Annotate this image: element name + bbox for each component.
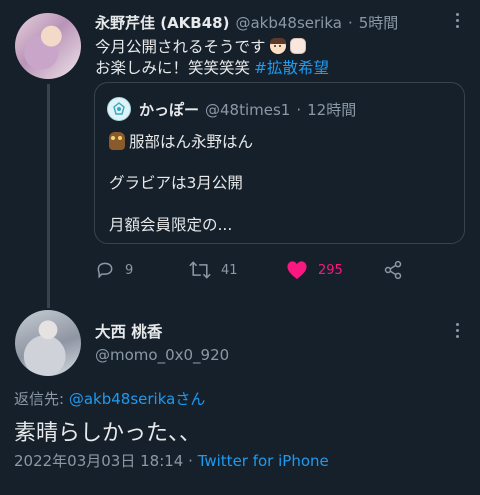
meta-separator: · (188, 452, 193, 470)
tweet-action-bar: 9 41 295 (95, 260, 415, 282)
replying-to-label: 返信先: (14, 390, 65, 408)
reply-meta: 2022年03月03日 18:14 · Twitter for iPhone (14, 450, 329, 471)
reply-source-link[interactable]: Twitter for iPhone (198, 452, 329, 470)
quote-text-line-2: グラビアは3月公開 (109, 174, 243, 192)
quote-header: かっぽー @48times1 · 12時間 (139, 99, 356, 120)
author-name[interactable]: 永野芹佳 (AKB48) (95, 12, 229, 33)
header-separator: · (347, 14, 353, 32)
quote-time[interactable]: 12時間 (307, 99, 356, 120)
raised-fist-emoji-icon (289, 38, 306, 54)
tweet-text: 今月公開されるそうです (95, 38, 266, 56)
thread-connector-line (47, 84, 50, 308)
reply-author-avatar[interactable] (15, 310, 81, 376)
quote-text-1: 服部はん永野はん (129, 133, 254, 151)
heart-icon (287, 261, 307, 280)
reply-timestamp[interactable]: 2022年03月03日 18:14 (14, 452, 183, 470)
reply-count: 9 (125, 262, 134, 278)
quote-author-name[interactable]: かっぽー (139, 99, 199, 120)
quote-author-avatar[interactable] (107, 97, 131, 121)
quoted-tweet-card[interactable]: かっぽー @48times1 · 12時間 服部はん永野はん グラビアは3月公開… (94, 82, 465, 244)
reply-icon (97, 262, 113, 279)
retweet-icon (189, 261, 211, 279)
share-button[interactable] (383, 260, 403, 280)
retweet-count: 41 (221, 262, 238, 278)
replying-to-line: 返信先: @akb48serikaさん (14, 388, 205, 409)
quote-text-line-3: 月額会員限定の... (109, 216, 233, 234)
retweet-button[interactable]: 41 (189, 260, 238, 280)
more-options-icon[interactable] (450, 10, 464, 30)
tweet-time[interactable]: 5時間 (359, 12, 399, 33)
reply-more-options-icon[interactable] (450, 320, 464, 340)
reply-button[interactable]: 9 (95, 260, 133, 280)
quote-avatar-logo-icon (113, 102, 125, 115)
hashtag-link[interactable]: #拡散希望 (254, 56, 329, 78)
reply-author-handle[interactable]: @momo_0x0_920 (95, 346, 229, 364)
tweet-text-line-2: お楽しみに！笑笑笑笑 #拡散希望 (95, 56, 329, 78)
author-avatar[interactable] (15, 13, 81, 79)
like-button[interactable]: 295 (286, 260, 343, 280)
quote-separator: · (296, 101, 302, 119)
reply-text: 素晴らしかった、、 (14, 421, 202, 446)
tweet-text-continued: お楽しみに！笑笑笑笑 (95, 59, 251, 77)
author-handle[interactable]: @akb48serika (235, 14, 341, 32)
share-icon (384, 260, 402, 280)
owl-emoji-icon (109, 132, 125, 150)
quote-author-handle[interactable]: @48times1 (205, 101, 290, 119)
quote-text-line-1: 服部はん永野はん (109, 130, 253, 152)
person-face-emoji-icon (269, 38, 286, 54)
tweet-header: 永野芹佳 (AKB48) @akb48serika · 5時間 (95, 12, 398, 33)
like-count: 295 (318, 262, 343, 278)
tweet-text-line-1: 今月公開されるそうです (95, 35, 306, 57)
reply-author-name[interactable]: 大西 桃香 (95, 320, 162, 342)
replying-to-handle[interactable]: @akb48serikaさん (69, 390, 206, 408)
